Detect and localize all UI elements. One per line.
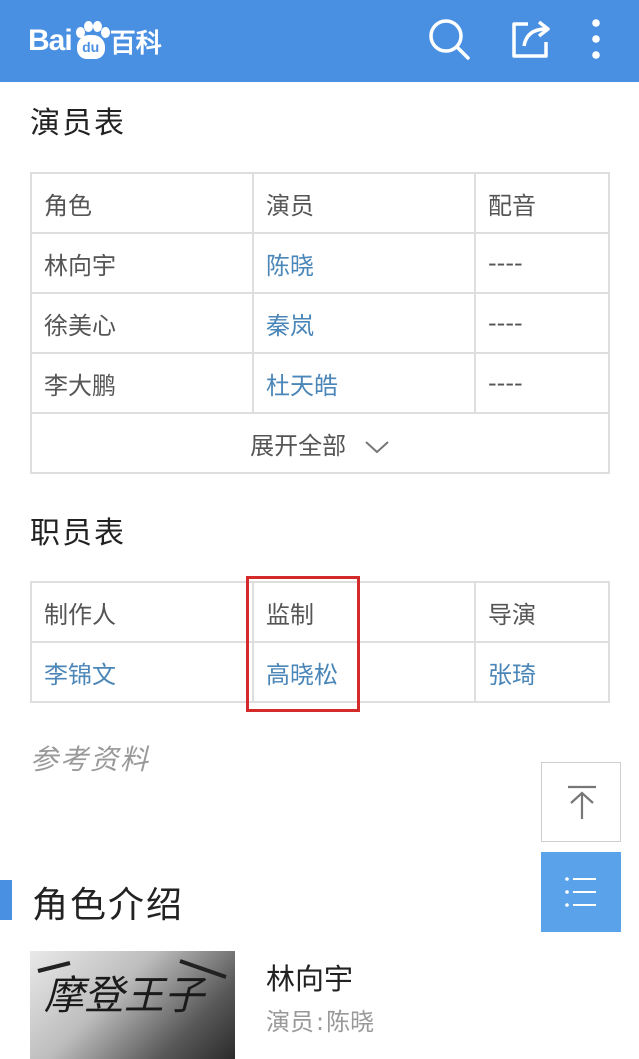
- paw-icon: du: [73, 21, 110, 61]
- actor-label: 演员: [266, 1008, 314, 1036]
- cast-section-title: 演员表: [30, 106, 126, 141]
- table-of-contents-button[interactable]: [541, 852, 621, 932]
- role-name[interactable]: 林向宇: [266, 956, 353, 998]
- logo-du-text: du: [82, 39, 100, 55]
- role-cell: 李大鹏: [30, 352, 254, 414]
- chevron-down-icon: [365, 440, 389, 453]
- actor-link[interactable]: 陈晓: [252, 232, 476, 294]
- actor-link[interactable]: 杜天皓: [252, 352, 476, 414]
- logo-baike-text: 百科: [109, 28, 162, 59]
- voice-cell: ----: [474, 232, 610, 294]
- column-header: 演员: [252, 172, 476, 234]
- poster-title-text: 摩登王子: [44, 973, 207, 1019]
- expand-row[interactable]: 展开全部: [30, 412, 610, 474]
- poster-image: 摩登王子: [37, 959, 227, 1019]
- cast-header-row: 角色 演员 配音: [30, 172, 610, 234]
- role-actor-line: 演员:陈晓: [266, 1002, 374, 1037]
- highlight-box: [246, 576, 360, 712]
- director-link[interactable]: 张琦: [474, 641, 610, 703]
- arrow-up-icon: [568, 785, 596, 819]
- role-cell: 徐美心: [30, 292, 254, 354]
- more-vertical-icon[interactable]: [576, 16, 622, 62]
- actor-link[interactable]: 秦岚: [252, 292, 476, 354]
- column-header: 制作人: [30, 581, 254, 643]
- role-thumbnail[interactable]: 摩登王子: [30, 951, 235, 1059]
- share-icon[interactable]: [508, 16, 554, 62]
- role-intro-title: 角色介绍: [32, 885, 185, 926]
- logo-bai-text: Bai: [28, 24, 73, 57]
- expand-all-button[interactable]: 展开全部: [30, 412, 610, 474]
- actor-separator: :: [316, 1008, 325, 1036]
- actor-name: 陈晓: [326, 1008, 375, 1036]
- voice-cell: ----: [474, 292, 610, 354]
- expand-all-label: 展开全部: [250, 431, 347, 460]
- column-header: 角色: [30, 172, 254, 234]
- baidu-baike-logo[interactable]: Bai du 百科: [28, 18, 162, 64]
- column-header: 导演: [474, 581, 610, 643]
- producer-link[interactable]: 李锦文: [30, 641, 254, 703]
- list-icon: [565, 877, 596, 907]
- cast-table: 角色 演员 配音 林向宇 陈晓 ---- 徐美心 秦岚 ---- 李大鹏 杜天皓…: [30, 172, 610, 474]
- search-icon[interactable]: [426, 16, 472, 62]
- staff-section-title: 职员表: [30, 516, 126, 551]
- section-accent-bar: [0, 880, 12, 920]
- table-row: 徐美心 秦岚 ----: [30, 292, 610, 354]
- back-to-top-button[interactable]: [541, 762, 621, 842]
- column-header: 配音: [474, 172, 610, 234]
- role-cell: 林向宇: [30, 232, 254, 294]
- references-label[interactable]: 参考资料: [30, 738, 150, 778]
- top-bar: Bai du 百科: [0, 0, 639, 82]
- table-row: 李大鹏 杜天皓 ----: [30, 352, 610, 414]
- table-row: 林向宇 陈晓 ----: [30, 232, 610, 294]
- voice-cell: ----: [474, 352, 610, 414]
